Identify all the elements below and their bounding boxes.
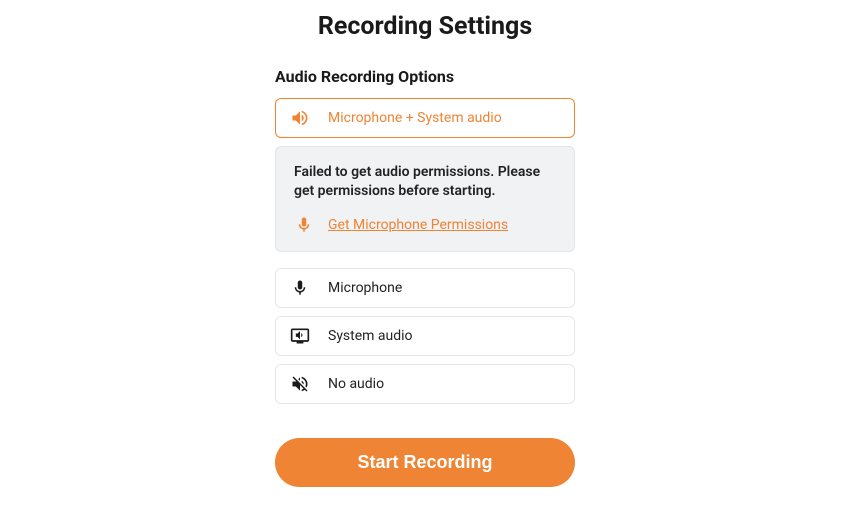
start-recording-button[interactable]: Start Recording bbox=[275, 438, 575, 487]
microphone-icon bbox=[294, 215, 314, 235]
get-permissions-link[interactable]: Get Microphone Permissions bbox=[328, 217, 508, 233]
option-none[interactable]: No audio bbox=[275, 364, 575, 404]
option-system[interactable]: System audio bbox=[275, 316, 575, 356]
permission-message: Failed to get audio permissions. Please … bbox=[294, 163, 556, 201]
permission-warning: Failed to get audio permissions. Please … bbox=[275, 146, 575, 252]
option-mic[interactable]: Microphone bbox=[275, 268, 575, 308]
section-title: Audio Recording Options bbox=[275, 67, 575, 86]
option-label: System audio bbox=[328, 328, 413, 344]
mute-icon bbox=[290, 374, 310, 394]
option-label: Microphone bbox=[328, 280, 402, 296]
page-title: Recording Settings bbox=[275, 12, 575, 41]
volume-icon bbox=[290, 108, 310, 128]
system-audio-icon bbox=[290, 326, 310, 346]
option-label: Microphone + System audio bbox=[328, 110, 502, 126]
microphone-icon bbox=[290, 278, 310, 298]
option-mic-system[interactable]: Microphone + System audio bbox=[275, 98, 575, 138]
option-label: No audio bbox=[328, 376, 384, 392]
